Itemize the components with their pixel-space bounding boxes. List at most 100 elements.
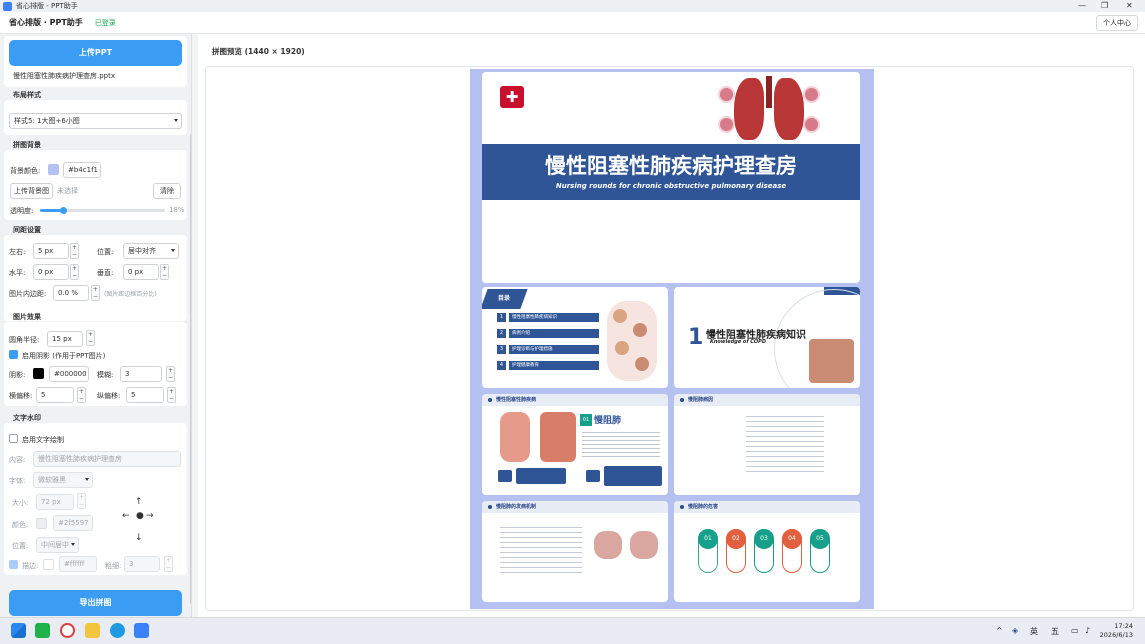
v-spacing-stepper[interactable]: + − (160, 264, 169, 280)
file-explorer-icon[interactable] (85, 623, 100, 638)
toc-item: 护理诊断与护理措施 (509, 345, 599, 354)
toc-item: 病例介绍 (509, 329, 599, 338)
voffset-label: 纵偏移: (97, 392, 121, 400)
cover-slide: ✚ 慢性阻塞性肺疾病护理查房 Nursing rounds for chroni… (482, 72, 860, 283)
security-icon[interactable]: ◈ (1012, 626, 1018, 635)
flow-box (586, 470, 600, 482)
opacity-label: 透明度: (10, 207, 34, 215)
h-spacing-label: 水平: (9, 269, 26, 277)
stroke-color-swatch[interactable] (43, 559, 54, 570)
start-menu-icon[interactable] (11, 623, 26, 638)
wm-color-input[interactable]: #2f5597 (53, 515, 93, 531)
wm-content-input[interactable]: 慢性阻塞性肺疾病护理查房 (33, 451, 181, 467)
v-spacing-input[interactable]: 0 px (123, 264, 159, 280)
watermark-checkbox[interactable] (9, 434, 18, 443)
system-clock[interactable]: 17:24 2026/6/13 (1100, 622, 1133, 640)
mechanism-slide-title: 慢阻肺的发病机制 (496, 504, 537, 510)
hoffset-input[interactable]: 5 (36, 387, 74, 403)
file-name: 慢性阻塞性肺疾病护理查房.pptx (13, 72, 115, 80)
clear-bg-button[interactable]: 清除 (153, 183, 181, 199)
cover-banner: 慢性阻塞性肺疾病护理查房 Nursing rounds for chronic … (482, 144, 860, 200)
preview-title: 拼图预览 (1440 × 1920) (212, 47, 305, 56)
arrow-up-icon[interactable]: ↑ (135, 498, 143, 507)
padding-stepper[interactable]: + − (91, 285, 100, 301)
h-spacing-input[interactable]: 0 px (33, 264, 69, 280)
cover-subtitle: Nursing rounds for chronic obstructive p… (555, 182, 787, 190)
wm-color-swatch[interactable] (36, 518, 47, 529)
position-select[interactable]: 居中对齐 (123, 243, 179, 259)
network-icon[interactable]: ▭ (1071, 626, 1079, 635)
background-section-title: 拼图背景 (13, 141, 41, 149)
layout-section-title: 布局样式 (13, 91, 41, 99)
volume-icon[interactable]: ♪ (1085, 626, 1090, 635)
tray-chevron-icon[interactable]: ^ (996, 626, 1003, 635)
position-label: 位置: (97, 248, 114, 256)
padding-input[interactable]: 0.0 % (53, 285, 89, 301)
blur-input[interactable]: 3 (120, 366, 162, 382)
shadow-color-swatch[interactable] (33, 368, 44, 379)
lr-spacing-input[interactable]: 5 px (33, 243, 69, 259)
stroke-checkbox[interactable] (9, 560, 18, 569)
ppt-helper-taskbar-icon[interactable] (134, 623, 149, 638)
maximize-icon[interactable]: ❐ (1101, 0, 1108, 12)
voffset-input[interactable]: 5 (126, 387, 164, 403)
toc-tag: 目录 (498, 295, 511, 302)
opacity-slider-handle[interactable] (60, 207, 67, 214)
upload-ppt-button[interactable]: 上传PPT (9, 40, 182, 66)
watermark-toggle-label: 启用文字绘制 (22, 436, 64, 444)
wechat-icon[interactable] (35, 623, 50, 638)
wm-size-stepper[interactable]: + − (77, 493, 86, 509)
flow-box (516, 468, 566, 484)
export-button[interactable]: 导出拼图 (9, 590, 182, 616)
harm-number: 01 (698, 529, 718, 549)
minimize-icon[interactable]: — (1078, 0, 1086, 12)
copd-badge-number: 01 (580, 414, 592, 426)
close-icon[interactable]: ✕ (1126, 0, 1133, 12)
radius-stepper[interactable]: + − (86, 330, 95, 346)
shadow-color-input[interactable]: #000000 (49, 366, 89, 382)
layout-select[interactable]: 样式5: 1大图+6小图 (9, 113, 182, 129)
bg-color-input[interactable]: #b4c1f1 (63, 162, 101, 178)
copd-slide: 慢性阻塞性肺疾病 01 慢阻肺 (482, 394, 668, 495)
ime-mode[interactable]: 五 (1051, 626, 1059, 637)
radius-input[interactable]: 15 px (47, 331, 83, 347)
sidebar-scrollbar[interactable] (190, 134, 191, 604)
hoffset-label: 横偏移: (9, 392, 33, 400)
center-dot-icon[interactable]: ● (136, 512, 144, 521)
h-spacing-stepper[interactable]: + − (70, 264, 79, 280)
airway-illustration (500, 412, 530, 462)
copd-big-word: 慢阻肺 (594, 416, 622, 426)
wm-size-label: 大小: (12, 499, 29, 507)
hoffset-stepper[interactable]: + − (77, 387, 86, 403)
wm-thickness-stepper[interactable]: + − (164, 556, 173, 572)
wm-thickness-label: 粗细: (105, 562, 122, 570)
shadow-color-label: 阴影: (9, 371, 26, 379)
cover-title: 慢性阻塞性肺疾病护理查房 (545, 154, 797, 178)
arrow-left-icon[interactable]: ← (122, 512, 130, 521)
shadow-checkbox[interactable] (9, 350, 18, 359)
wm-position-select[interactable]: 中间居中 (36, 537, 79, 553)
app-header: 省心排版 · PPT助手 已登录 个人中心 (0, 12, 1145, 34)
ime-language[interactable]: 英 (1030, 626, 1038, 637)
app-icon (3, 1, 12, 11)
toc-num: 2 (497, 329, 506, 338)
arrow-right-icon[interactable]: → (146, 512, 154, 521)
wm-size-input[interactable]: 72 px (36, 494, 74, 510)
bg-color-label: 背景颜色: (10, 167, 41, 175)
wm-thickness-input[interactable]: 3 (124, 556, 160, 572)
taskbar: ^ ◈ 英 五 ▭ ♪ 17:24 2026/6/13 (0, 617, 1145, 644)
toc-num: 3 (497, 345, 506, 354)
browser-icon[interactable] (110, 623, 125, 638)
section-illustration (809, 339, 854, 383)
user-center-button[interactable]: 个人中心 (1096, 15, 1138, 31)
voffset-stepper[interactable]: + − (167, 387, 176, 403)
upload-bg-button[interactable]: 上传背景图 (10, 183, 53, 199)
lr-spacing-stepper[interactable]: + − (70, 243, 79, 259)
stroke-color-input[interactable]: #ffffff (59, 556, 97, 572)
search-app-icon[interactable] (60, 623, 75, 638)
arrow-down-icon[interactable]: ↓ (135, 534, 143, 543)
blur-stepper[interactable]: + − (166, 366, 175, 382)
wm-position-label: 位置: (12, 542, 29, 550)
wm-font-select[interactable]: 微软雅黑 (33, 472, 93, 488)
bg-color-swatch[interactable] (48, 164, 59, 175)
